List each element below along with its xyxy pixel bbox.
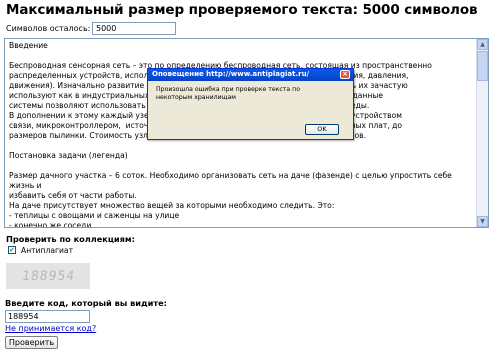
text-scrollbar[interactable]: ▲ ▼	[476, 39, 488, 227]
ok-button[interactable]: OK	[305, 124, 339, 135]
alert-dialog: Оповещение http://www.antiplagiat.ru/ × …	[147, 68, 354, 140]
captcha-code: 188954	[20, 269, 77, 284]
collections-label: Проверить по коллекциям:	[6, 234, 135, 244]
dialog-titlebar[interactable]: Оповещение http://www.antiplagiat.ru/ ×	[148, 69, 353, 81]
dialog-title: Оповещение http://www.antiplagiat.ru/	[152, 70, 310, 78]
captcha-image: 188954	[6, 263, 90, 289]
antiplagiat-label[interactable]: Антиплагиат	[21, 246, 73, 255]
dialog-message: Произошла ошибка при проверке текста по …	[156, 86, 300, 101]
captcha-input[interactable]: 188954	[5, 310, 90, 323]
code-not-accepted-link[interactable]: Не принимается код?	[5, 324, 96, 333]
close-icon[interactable]: ×	[340, 70, 350, 79]
scroll-up-icon[interactable]: ▲	[477, 39, 488, 50]
captcha-prompt: Введите код, который вы видите:	[5, 298, 167, 308]
chars-left-label: Символов осталось:	[6, 24, 91, 33]
chars-left-field: 5000	[92, 22, 176, 35]
antiplagiat-checkbox[interactable]: ✔	[8, 246, 16, 254]
check-button[interactable]: Проверить	[5, 336, 58, 349]
page-title: Максимальный размер проверяемого текста:…	[6, 2, 478, 18]
scroll-down-icon[interactable]: ▼	[477, 216, 488, 227]
scroll-thumb[interactable]	[477, 51, 488, 81]
